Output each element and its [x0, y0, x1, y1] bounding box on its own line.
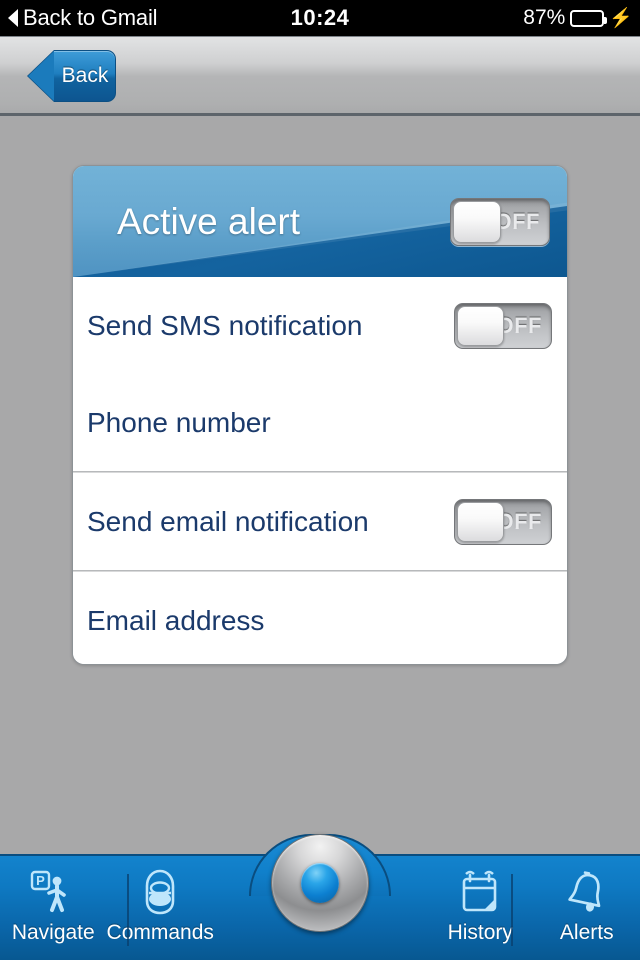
charging-bolt-icon: ⚡ [609, 7, 633, 29]
send-email-toggle[interactable]: OFF [454, 498, 552, 545]
active-alert-toggle-knob[interactable] [453, 200, 501, 243]
back-button-arrow-icon [28, 50, 55, 102]
tab-alerts[interactable]: Alerts [534, 856, 640, 960]
tab-bar: P Navigate Commands History Alerts [0, 834, 640, 960]
row-send-email-notification[interactable]: Send email notification OFF [73, 473, 567, 570]
battery-icon [570, 9, 608, 27]
send-sms-toggle[interactable]: OFF [454, 302, 552, 349]
tab-label-commands: Commands [106, 921, 214, 944]
car-key-remote-icon [138, 866, 182, 918]
center-button-orb-icon [301, 863, 339, 903]
bell-icon [564, 866, 610, 918]
row-label-email-address: Email address [87, 604, 265, 636]
row-email-address[interactable]: Email address [73, 572, 567, 664]
battery-percent-label: 87% [523, 6, 566, 29]
app-screen: Back to Gmail 10:24 87% ⚡ Back Active al… [0, 0, 640, 960]
locate-vehicle-button[interactable] [271, 834, 369, 932]
navigation-bar: Back [0, 36, 640, 116]
status-bar: Back to Gmail 10:24 87% ⚡ [0, 0, 640, 36]
calendar-icon [458, 866, 502, 918]
card-title: Active alert [117, 200, 301, 242]
tab-divider-1 [127, 874, 129, 946]
back-button-label: Back [61, 64, 109, 87]
tab-navigate[interactable]: P Navigate [0, 856, 107, 960]
tab-divider-2 [511, 874, 513, 946]
back-button[interactable]: Back [28, 50, 116, 102]
row-label-send-sms: Send SMS notification [87, 309, 363, 341]
svg-text:P: P [36, 873, 45, 888]
row-phone-number[interactable]: Phone number [73, 374, 567, 471]
tab-history[interactable]: History [427, 856, 534, 960]
tab-label-alerts: Alerts [559, 921, 614, 944]
row-label-send-email: Send email notification [87, 505, 369, 537]
active-alert-toggle-label: OFF [494, 208, 540, 234]
send-email-toggle-knob[interactable] [457, 501, 504, 542]
row-send-sms-notification[interactable]: Send SMS notification OFF [73, 277, 567, 374]
card-header: Active alert OFF [73, 166, 567, 277]
tab-label-history: History [447, 921, 513, 944]
tab-commands[interactable]: Commands [107, 856, 214, 960]
status-bar-right-cluster: 87% ⚡ [523, 6, 633, 30]
parking-walking-person-icon: P [29, 866, 77, 918]
active-alert-toggle[interactable]: OFF [450, 197, 550, 246]
send-sms-toggle-knob[interactable] [457, 305, 504, 346]
tab-label-navigate: Navigate [11, 921, 95, 944]
alert-settings-card: Active alert OFF Send SMS notification O… [72, 165, 568, 665]
row-label-phone-number: Phone number [87, 406, 271, 438]
